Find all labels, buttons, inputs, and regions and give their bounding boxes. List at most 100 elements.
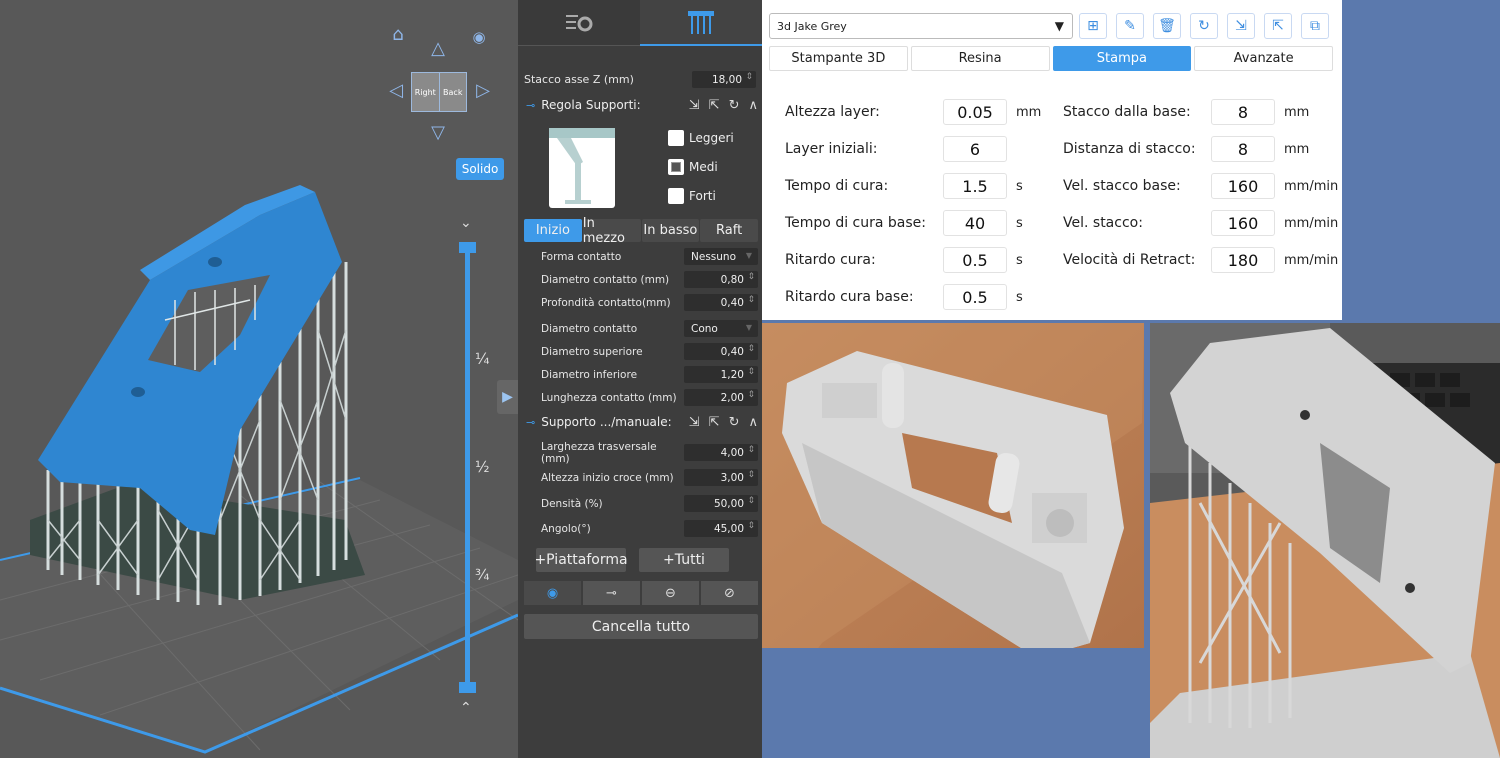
view-top-arrow-icon[interactable]: △	[428, 40, 448, 60]
layer-height-row: Altezza layer: 0.05 mm	[785, 98, 1041, 126]
app-root: ⌂ ◉ △ ◁ ▷ ▽ Right Back Solido ⌄ ¼ ½ ¾ ⌃ …	[0, 0, 1500, 758]
tab-printer-3d[interactable]: Stampante 3D	[769, 46, 908, 71]
cube-face-right[interactable]: Right	[412, 73, 440, 111]
profile-tabs: Stampante 3D Resina Stampa Avanzate	[769, 46, 1333, 71]
contact-diameter-mm-input[interactable]: 0,80	[684, 271, 758, 288]
export-icon[interactable]: ⇱	[709, 98, 720, 113]
base-lift-speed-unit: mm/min	[1284, 178, 1339, 194]
angle-label: Angolo(°)	[541, 522, 591, 535]
collapse-chevron-icon[interactable]: ∧	[748, 98, 758, 113]
view-right-arrow-icon[interactable]: ▷	[473, 82, 493, 102]
layer-slider-down-chevron-icon[interactable]: ⌃	[460, 700, 472, 716]
visibility-eye-icon[interactable]: ◉	[469, 28, 489, 48]
add-platform-button[interactable]: +Piattaforma	[534, 548, 628, 572]
edit-support-tool-icon[interactable]: ⊘	[701, 581, 758, 605]
tab-print[interactable]: Stampa	[1052, 46, 1192, 71]
import-icon[interactable]: ⇲	[689, 98, 700, 113]
contact-diameter-select[interactable]: Cono	[684, 320, 758, 337]
add-support-tool-icon[interactable]: ⊸	[583, 581, 640, 605]
density-strong-checkbox[interactable]: Forti	[668, 188, 716, 204]
lift-speed-label: Vel. stacco:	[1063, 215, 1143, 231]
contact-diameter-mm-label: Diametro contatto (mm)	[541, 273, 670, 286]
retract-speed-input[interactable]: 180	[1211, 247, 1275, 273]
base-lift-speed-input[interactable]: 160	[1211, 173, 1275, 199]
cross-width-input[interactable]: 4,00	[684, 444, 758, 461]
tab-bottom[interactable]: In basso	[641, 219, 700, 242]
edit-profile-pencil-icon[interactable]: ✎	[1116, 13, 1144, 39]
layer-slider-bottom-handle[interactable]	[459, 682, 476, 693]
base-cure-delay-label: Ritardo cura base:	[785, 289, 914, 305]
top-diameter-input[interactable]: 0,40	[684, 343, 758, 360]
tab-middle[interactable]: In mezzo	[582, 216, 641, 246]
import-icon[interactable]: ⇲	[689, 415, 700, 430]
slider-quarter-label: ¼	[475, 350, 490, 368]
collapse-chevron-icon[interactable]: ∧	[748, 415, 758, 430]
photo-part-with-supports	[1150, 323, 1500, 758]
tab-start[interactable]: Inizio	[524, 219, 582, 242]
cross-start-height-label: Altezza inizio croce (mm)	[541, 471, 674, 484]
contact-shape-select[interactable]: Nessuno	[684, 248, 758, 265]
tab-supports[interactable]	[640, 0, 762, 46]
contact-depth-input[interactable]: 0,40	[684, 294, 758, 311]
3d-viewport[interactable]: ⌂ ◉ △ ◁ ▷ ▽ Right Back Solido ⌄ ¼ ½ ¾ ⌃ …	[0, 0, 518, 758]
checkbox-box	[668, 188, 684, 204]
base-lift-input[interactable]: 8	[1211, 99, 1275, 125]
base-lift-unit: mm	[1284, 104, 1310, 120]
cross-width-row: Larghezza trasversale (mm) 4,00	[541, 441, 758, 465]
lift-distance-input[interactable]: 8	[1211, 136, 1275, 162]
tab-raft[interactable]: Raft	[700, 219, 758, 242]
reset-icon[interactable]: ↻	[729, 98, 740, 113]
base-lift-row: Stacco dalla base: 8 mm	[1063, 98, 1309, 126]
cure-time-input[interactable]: 1.5	[943, 173, 1007, 199]
density-medium-checkbox[interactable]: Medi	[668, 159, 718, 175]
cross-start-height-input[interactable]: 3,00	[684, 469, 758, 486]
add-all-button[interactable]: +Tutti	[639, 548, 729, 572]
panel-tabs	[518, 0, 762, 46]
refresh-profile-icon[interactable]: ↻	[1190, 13, 1218, 39]
base-cure-time-input[interactable]: 40	[943, 210, 1007, 236]
view-left-arrow-icon[interactable]: ◁	[386, 82, 406, 102]
solid-render-button[interactable]: Solido	[456, 158, 504, 180]
show-supports-eye-icon[interactable]: ◉	[524, 581, 581, 605]
density-light-checkbox[interactable]: Leggeri	[668, 130, 734, 146]
view-cube[interactable]: Right Back	[411, 72, 467, 112]
profile-select[interactable]: 3d Jake Grey	[769, 13, 1073, 39]
import-profile-icon[interactable]: ⇲	[1227, 13, 1255, 39]
export-profile-icon[interactable]: ⇱	[1264, 13, 1292, 39]
new-profile-icon[interactable]: ⊞	[1079, 13, 1107, 39]
contact-diameter-label: Diametro contatto	[541, 322, 638, 335]
tab-resin[interactable]: Resina	[910, 46, 1050, 71]
contact-length-input[interactable]: 2,00	[684, 389, 758, 406]
layer-slider-track[interactable]	[465, 246, 470, 686]
layer-height-unit: mm	[1016, 104, 1042, 120]
density-medium-label: Medi	[689, 160, 718, 174]
bottom-diameter-label: Diametro inferiore	[541, 368, 638, 381]
view-bottom-arrow-icon[interactable]: ▽	[428, 124, 448, 144]
tab-slice-settings[interactable]	[518, 0, 640, 46]
cure-delay-input[interactable]: 0.5	[943, 247, 1007, 273]
cube-face-back[interactable]: Back	[440, 73, 467, 111]
export-icon[interactable]: ⇱	[709, 415, 720, 430]
delete-profile-trash-icon[interactable]: 🗑	[1153, 13, 1181, 39]
layer-height-input[interactable]: 0.05	[943, 99, 1007, 125]
bottom-diameter-row: Diametro inferiore 1,20	[541, 366, 758, 383]
tab-advanced[interactable]: Avanzate	[1194, 46, 1333, 71]
lift-speed-input[interactable]: 160	[1211, 210, 1275, 236]
home-view-icon[interactable]: ⌂	[388, 26, 408, 46]
cure-delay-label: Ritardo cura:	[785, 252, 876, 268]
layer-slider-up-chevron-icon[interactable]: ⌄	[460, 215, 472, 231]
layer-slider-top-handle[interactable]	[459, 242, 476, 253]
share-profile-icon[interactable]: ⧉	[1301, 13, 1329, 39]
initial-layers-input[interactable]: 6	[943, 136, 1007, 162]
layer-height-label: Altezza layer:	[785, 104, 880, 120]
remove-support-tool-icon[interactable]: ⊖	[642, 581, 699, 605]
reset-icon[interactable]: ↻	[729, 415, 740, 430]
panel-collapse-arrow-icon[interactable]: ▶	[497, 380, 518, 414]
density-input[interactable]: 50,00	[684, 495, 758, 512]
slider-three-quarter-label: ¾	[475, 566, 490, 584]
base-cure-delay-input[interactable]: 0.5	[943, 284, 1007, 310]
angle-input[interactable]: 45,00	[684, 520, 758, 537]
clear-all-button[interactable]: Cancella tutto	[524, 614, 758, 639]
z-lift-input[interactable]: 18,00	[692, 71, 756, 88]
bottom-diameter-input[interactable]: 1,20	[684, 366, 758, 383]
